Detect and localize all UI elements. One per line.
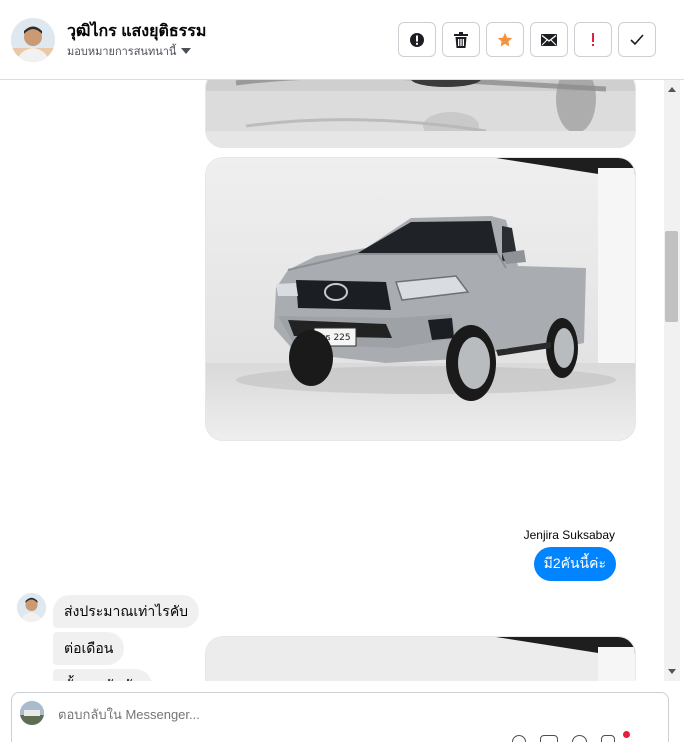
page-avatar (20, 701, 44, 725)
contact-avatar-small (17, 593, 46, 622)
envelope-icon (541, 33, 557, 46)
mark-spam-button[interactable] (398, 22, 436, 57)
scroll-down-arrow-icon[interactable] (668, 669, 676, 674)
assign-conversation-dropdown[interactable]: มอบหมายการสนทนานี้ (67, 42, 192, 60)
delete-button[interactable] (442, 22, 480, 57)
trash-icon (454, 31, 468, 48)
shared-photo-3[interactable] (205, 636, 636, 681)
reply-input[interactable] (58, 707, 358, 722)
mark-unread-button[interactable] (530, 22, 568, 57)
outgoing-message[interactable]: มี2คันนี้ค่ะ (533, 547, 616, 581)
notification-dot (623, 731, 630, 738)
incoming-message[interactable]: ส่งประมาณเท่าไรคับ (53, 595, 200, 628)
shared-photo-1[interactable] (205, 80, 636, 148)
star-icon (497, 32, 513, 47)
shared-photo-truck[interactable]: บธ 225 (205, 157, 636, 441)
incoming-message[interactable]: ทั้งสองคันคับ (53, 669, 153, 681)
attachment-icon[interactable] (512, 735, 526, 742)
thread-scrollbar[interactable] (664, 80, 680, 681)
follow-up-button[interactable] (574, 22, 612, 57)
message-thread[interactable]: บธ 225 Jenjira Suksabay มี2คันนี้ค่ะ ส่ง… (0, 80, 664, 681)
mark-done-button[interactable] (618, 22, 656, 57)
contact-avatar[interactable] (11, 18, 55, 62)
check-icon (630, 33, 644, 45)
star-button[interactable] (486, 22, 524, 57)
conversation-header: วุฒิไกร แสงยุติธรรม มอบหมายการสนทนานี้ (0, 0, 684, 80)
emoji-icon[interactable] (572, 735, 587, 742)
saved-reply-icon[interactable] (601, 735, 615, 742)
exclamation-icon (592, 32, 594, 46)
reply-composer (11, 692, 669, 742)
incoming-message[interactable]: ต่อเดือน (53, 632, 125, 665)
composer-tools (512, 735, 615, 742)
scrollbar-thumb[interactable] (665, 231, 678, 322)
image-icon[interactable] (540, 735, 558, 742)
header-actions (398, 22, 656, 57)
sender-name: Jenjira Suksabay (523, 528, 615, 542)
caret-down-icon (181, 48, 192, 54)
alert-circle-icon (410, 32, 424, 47)
scroll-up-arrow-icon[interactable] (668, 87, 676, 92)
contact-name[interactable]: วุฒิไกร แสงยุติธรรม (67, 19, 206, 44)
assign-label: มอบหมายการสนทนานี้ (67, 46, 177, 58)
